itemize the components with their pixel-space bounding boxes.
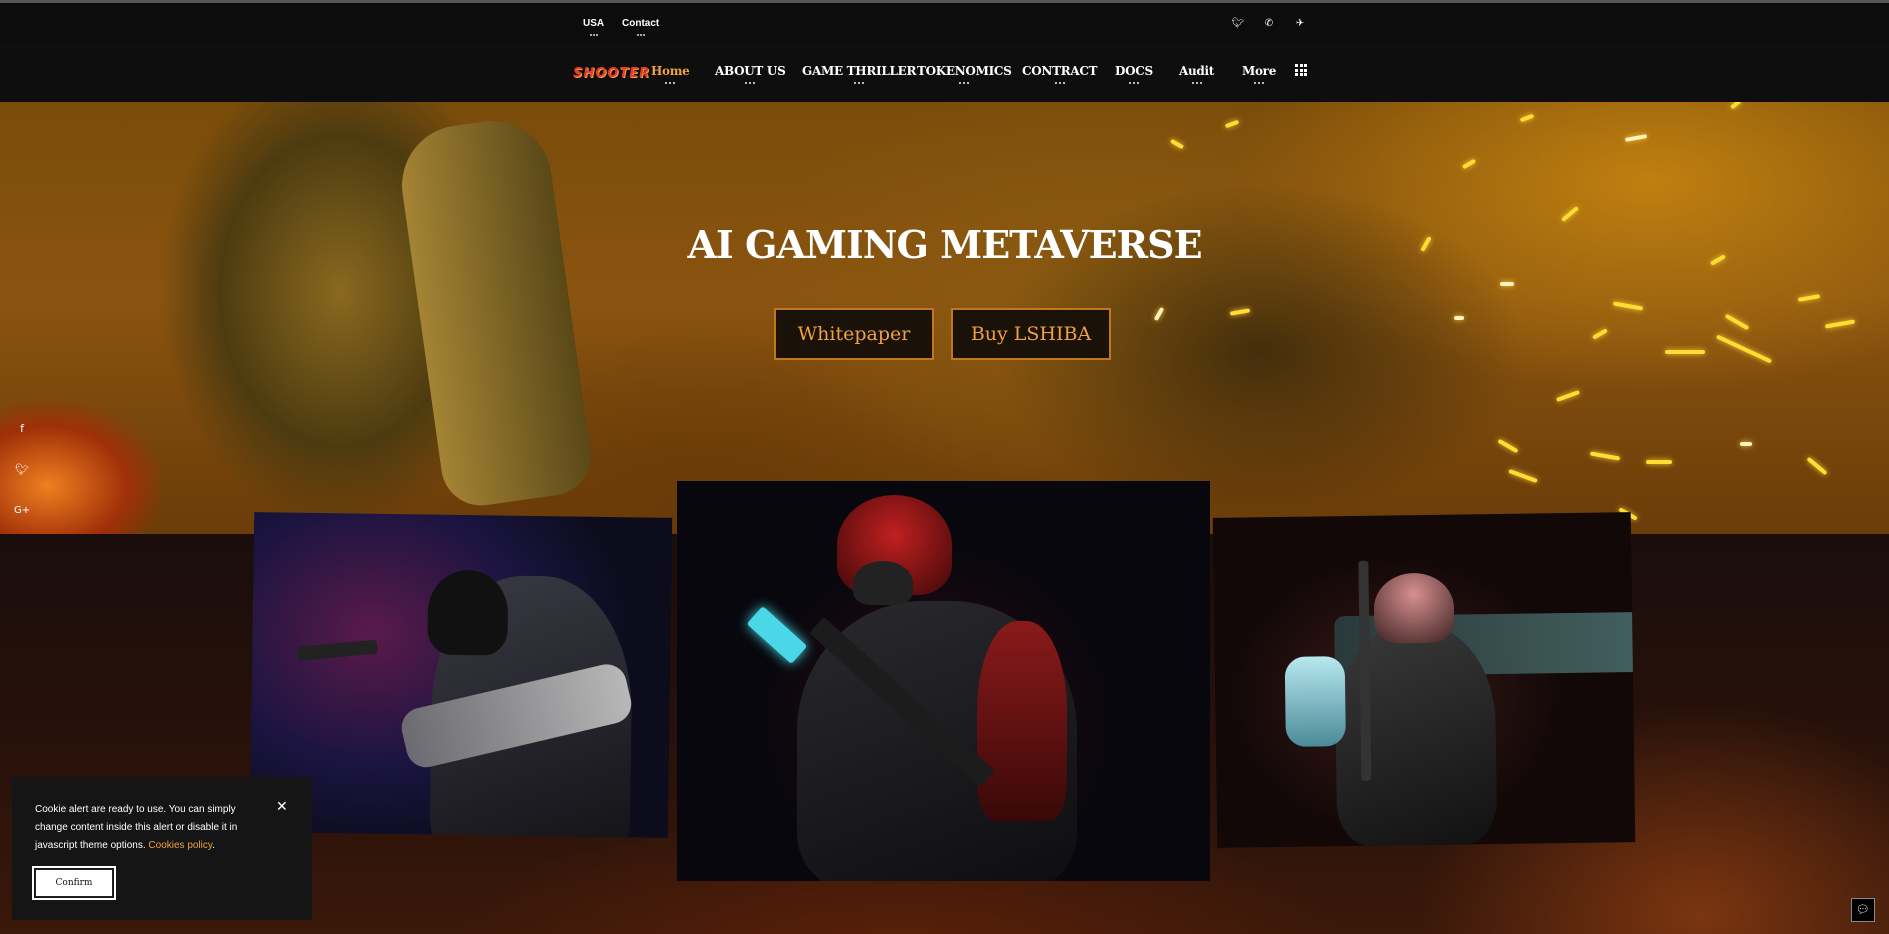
- nav-item-contract[interactable]: CONTRACT: [1022, 64, 1098, 84]
- hero-title: AI GAMING METAVERSE: [687, 222, 1202, 267]
- soldier-face-mask: [853, 561, 913, 605]
- spark: [1715, 334, 1773, 364]
- spark: [1589, 451, 1621, 461]
- spark: [1461, 158, 1477, 170]
- gallery-image-pistol-soldier: [249, 512, 673, 838]
- nav-item-game-thriller[interactable]: GAME THRILLER: [802, 64, 916, 84]
- spark: [1592, 328, 1608, 340]
- whitepaper-button[interactable]: Whitepaper: [774, 308, 934, 360]
- phone-icon[interactable]: ✆: [1262, 17, 1276, 31]
- spark: [1561, 206, 1579, 222]
- glowing-arm: [1284, 656, 1346, 747]
- google-plus-icon[interactable]: G+: [14, 505, 30, 516]
- nav-item-docs[interactable]: DOCS: [1115, 64, 1153, 84]
- twitter-icon[interactable]: 🐦︎: [14, 463, 30, 476]
- nav-item-audit[interactable]: Audit: [1179, 64, 1214, 84]
- spark: [1806, 456, 1828, 476]
- spark: [1497, 438, 1519, 454]
- spark: [1730, 102, 1742, 110]
- rifle: [1358, 560, 1372, 781]
- spark: [1824, 319, 1856, 329]
- soldier-helmet: [1373, 572, 1455, 644]
- glowing-rifle-muzzle: [746, 606, 808, 664]
- red-sleeve: [977, 621, 1067, 821]
- spark: [1740, 442, 1752, 446]
- spark: [1556, 390, 1580, 402]
- spark: [1153, 306, 1165, 322]
- cookie-confirm-button[interactable]: Confirm: [32, 866, 116, 900]
- nav-item-home[interactable]: Home: [651, 64, 690, 84]
- spark: [1454, 316, 1464, 320]
- gallery-image-rifle-soldier: [677, 481, 1210, 881]
- spark: [1612, 301, 1644, 311]
- cookie-message: Cookie alert are ready to use. You can s…: [35, 801, 265, 855]
- cookie-text-suffix: .: [212, 840, 215, 851]
- hero-banner: AI GAMING METAVERSE Whitepaper Buy LSHIB…: [0, 102, 1889, 534]
- nav-item-about-us[interactable]: ABOUT US: [715, 64, 786, 84]
- balaclava-head: [427, 569, 509, 656]
- topbar-link-usa[interactable]: USA: [583, 18, 604, 36]
- spark: [1229, 308, 1251, 316]
- topbar-link-contact[interactable]: Contact: [622, 18, 659, 36]
- nav-item-more[interactable]: More: [1242, 64, 1276, 84]
- spark: [1508, 468, 1538, 484]
- twitter-icon[interactable]: 🐦︎: [1231, 17, 1245, 31]
- apps-grid-icon[interactable]: [1295, 64, 1307, 76]
- gallery-image-tank-soldier: [1212, 512, 1636, 848]
- spark: [1519, 113, 1535, 123]
- spark: [1797, 294, 1821, 302]
- facebook-icon[interactable]: f: [14, 422, 30, 435]
- cookie-alert: Cookie alert are ready to use. You can s…: [12, 777, 312, 920]
- top-bar: USA Contact 🐦︎ ✆ ✈: [0, 0, 1889, 42]
- spark: [1665, 350, 1705, 354]
- buy-lshiba-button[interactable]: Buy LSHIBA: [951, 308, 1111, 360]
- spark: [1169, 138, 1185, 150]
- pistol: [296, 639, 378, 661]
- telegram-icon[interactable]: ✈: [1293, 17, 1307, 31]
- spark: [1224, 119, 1240, 129]
- spark: [1624, 134, 1648, 142]
- nav-item-tokenomics[interactable]: TOKENOMICS: [917, 64, 1012, 84]
- brand-logo[interactable]: SHOOTER: [573, 62, 649, 84]
- spark: [1500, 282, 1514, 286]
- chat-icon[interactable]: 💬︎: [1851, 898, 1875, 922]
- spark: [1724, 313, 1750, 331]
- spark: [1646, 460, 1672, 464]
- main-navbar: SHOOTER Home ABOUT US GAME THRILLER TOKE…: [0, 42, 1889, 102]
- cookies-policy-link[interactable]: Cookies policy: [148, 840, 212, 851]
- close-icon[interactable]: ✕: [276, 799, 288, 815]
- brand-logo-text: SHOOTER: [573, 66, 651, 81]
